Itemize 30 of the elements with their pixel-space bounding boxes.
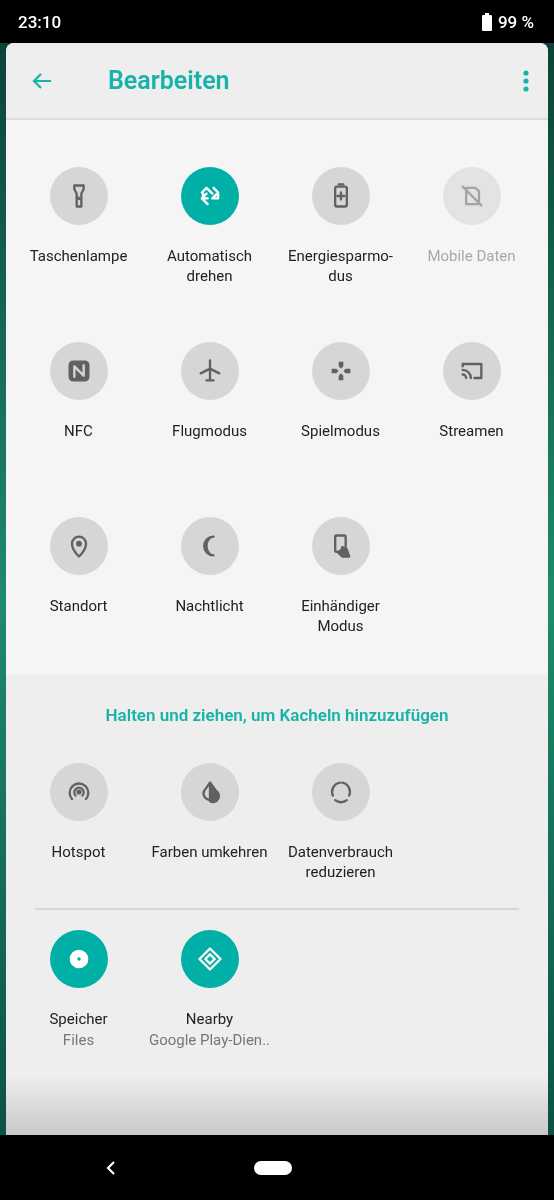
drag-hint: Halten und ziehen, um Kacheln hinzuzufügen <box>104 704 450 726</box>
tile-button[interactable] <box>49 930 108 988</box>
tile-label: Energiesparmo-dus <box>287 246 394 286</box>
chevron-left-icon <box>106 1159 116 1176</box>
tile-button[interactable] <box>180 930 239 988</box>
more-icon <box>522 69 530 92</box>
tile-label: Nearby <box>184 1009 235 1029</box>
tile-label: Spielmodus <box>300 421 381 441</box>
back-nav-button[interactable] <box>106 1159 116 1176</box>
tile-label: Nachtlicht <box>174 596 245 616</box>
tile-label: Mobile Daten <box>426 246 517 266</box>
tile-label: NFC <box>63 421 94 441</box>
tile-subtitle: Files <box>62 1030 95 1051</box>
tile-label: Taschenlampe <box>28 246 129 266</box>
tile-label: Hotspot <box>50 842 107 862</box>
page-title: Bearbeiten <box>108 66 231 95</box>
tile-label: Flugmodus <box>171 421 248 441</box>
tile-label: Einhändiger Modus <box>300 596 381 636</box>
tile-label: Farben umkehren <box>150 842 269 862</box>
tile-label: Automatisch drehen <box>166 246 253 286</box>
clock: 23:10 <box>18 11 62 32</box>
battery-icon <box>481 12 492 31</box>
battery-percentage: 99 % <box>497 11 534 32</box>
home-pill[interactable] <box>254 1160 292 1175</box>
tile-label: Speicher <box>48 1009 109 1029</box>
tile-label: Streamen <box>438 421 505 441</box>
tile-label: Standort <box>48 596 109 616</box>
tile-button[interactable] <box>180 167 239 225</box>
tile-label: Datenverbrauch reduzieren <box>286 842 395 882</box>
tile-subtitle: Google Play-Dien.. <box>148 1030 271 1051</box>
